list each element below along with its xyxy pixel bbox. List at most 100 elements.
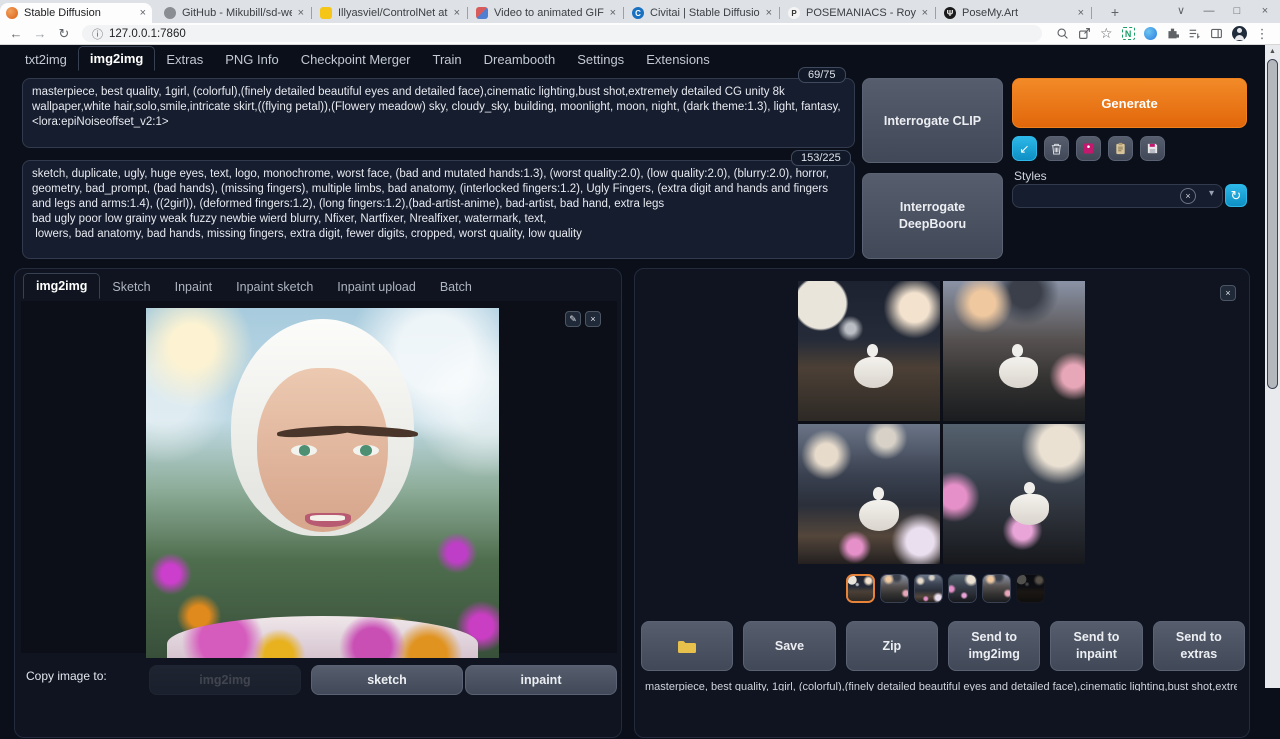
clear-prompt-button[interactable]	[1044, 136, 1069, 161]
styles-clear-icon[interactable]: ×	[1180, 188, 1196, 204]
thumbnail-1[interactable]	[846, 574, 875, 603]
tab-checkpoint-merger[interactable]: Checkpoint Merger	[290, 48, 422, 71]
thumbnail-6[interactable]	[1016, 574, 1045, 603]
thumbnail-2[interactable]	[880, 574, 909, 603]
copy-to-inpaint-button[interactable]: inpaint	[465, 665, 617, 695]
tab-close-icon[interactable]: ×	[140, 7, 146, 19]
remove-image-icon[interactable]: ×	[585, 311, 601, 327]
extension-blue-icon[interactable]	[1144, 27, 1157, 40]
address-bar[interactable]: ⓘ 127.0.0.1:7860	[82, 25, 1042, 42]
profile-avatar[interactable]	[1232, 26, 1247, 41]
tab-dreambooth[interactable]: Dreambooth	[473, 48, 567, 71]
copy-image-to-row: Copy image to: img2img sketch inpaint	[15, 661, 621, 739]
civitai-favicon: C	[632, 7, 644, 19]
tab-close-icon[interactable]: ×	[610, 7, 616, 19]
browser-tab-github[interactable]: GitHub - Mikubill/sd-webui-con ×	[158, 3, 310, 23]
browser-tab-civitai[interactable]: C Civitai | Stable Diffusion model ×	[626, 3, 778, 23]
zip-button[interactable]: Zip	[846, 621, 938, 671]
tab-mode-sketch[interactable]: Sketch	[100, 275, 162, 299]
interrogate-deepbooru-button[interactable]: Interrogate DeepBooru	[862, 173, 1003, 259]
send-to-img2img-button[interactable]: Send to img2img	[948, 621, 1040, 671]
styles-dropdown[interactable]: × ▾	[1012, 184, 1223, 208]
tab-close-icon[interactable]: ×	[298, 7, 304, 19]
send-to-extras-button[interactable]: Send to extras	[1153, 621, 1245, 671]
apply-styles-button[interactable]	[1108, 136, 1133, 161]
output-image-grid[interactable]	[798, 281, 1085, 564]
tab-search-chevron-icon[interactable]: ∨	[1168, 2, 1194, 20]
page-scrollbar[interactable]: ▲	[1265, 45, 1280, 688]
chevron-down-icon[interactable]: ▾	[1209, 188, 1214, 199]
tab-close-icon[interactable]: ×	[922, 7, 928, 19]
tab-mode-inpaint-upload[interactable]: Inpaint upload	[325, 275, 428, 299]
send-to-inpaint-button[interactable]: Send to inpaint	[1050, 621, 1142, 671]
zoom-icon[interactable]	[1056, 27, 1069, 40]
thumbnail-3[interactable]	[914, 574, 943, 603]
tab-extensions[interactable]: Extensions	[635, 48, 721, 71]
gallery-close-icon[interactable]: ×	[1220, 285, 1236, 301]
browser-tab-posemyart[interactable]: Ψ PoseMy.Art ×	[938, 3, 1090, 23]
tab-mode-img2img[interactable]: img2img	[23, 273, 100, 299]
scrollbar-thumb[interactable]	[1267, 59, 1278, 389]
window-maximize-button[interactable]: □	[1224, 2, 1250, 20]
copy-to-img2img-button: img2img	[149, 665, 301, 695]
stable-diffusion-favicon	[6, 7, 18, 19]
generated-image-2[interactable]	[943, 281, 1085, 421]
tab-txt2img[interactable]: txt2img	[14, 48, 78, 71]
thumbnail-5[interactable]	[982, 574, 1011, 603]
extension-n-icon[interactable]: N	[1122, 27, 1135, 40]
browser-menu-dots-icon[interactable]: ⋮	[1256, 26, 1269, 42]
tab-extras[interactable]: Extras	[155, 48, 214, 71]
generated-image-4[interactable]	[943, 424, 1085, 564]
generated-image-3[interactable]	[798, 424, 940, 564]
browser-tab-posemaniacs[interactable]: P POSEMANIACS - Royalty free 3 ×	[782, 3, 934, 23]
window-close-button[interactable]: ×	[1252, 2, 1278, 20]
url-text: 127.0.0.1:7860	[109, 28, 186, 40]
tab-train[interactable]: Train	[422, 48, 473, 71]
copy-to-sketch-button[interactable]: sketch	[311, 665, 463, 695]
copy-image-to-label: Copy image to:	[26, 669, 107, 683]
browser-tab-gif-converter[interactable]: Video to animated GIF converter ×	[470, 3, 622, 23]
prompt-token-counter: 69/75	[798, 67, 846, 83]
reading-list-icon[interactable]	[1188, 27, 1201, 40]
tab-img2img[interactable]: img2img	[78, 46, 155, 71]
site-info-icon[interactable]: ⓘ	[92, 26, 103, 42]
tab-png-info[interactable]: PNG Info	[214, 48, 289, 71]
tab-close-icon[interactable]: ×	[1078, 7, 1084, 19]
open-folder-button[interactable]	[641, 621, 733, 671]
styles-refresh-button[interactable]: ↻	[1225, 184, 1247, 207]
window-minimize-button[interactable]: —	[1196, 2, 1222, 20]
scrollbar-up-icon[interactable]: ▲	[1265, 45, 1280, 55]
thumbnail-4[interactable]	[948, 574, 977, 603]
forward-icon[interactable]: →	[28, 26, 52, 41]
edit-image-icon[interactable]: ✎	[565, 311, 581, 327]
new-tab-button[interactable]: +	[1106, 4, 1124, 22]
generated-image-1[interactable]	[798, 281, 940, 421]
img2img-source-panel: img2img Sketch Inpaint Inpaint sketch In…	[14, 268, 622, 738]
browser-tab-controlnet[interactable]: Illyasviel/ControlNet at main ×	[314, 3, 466, 23]
browser-tab-stable-diffusion[interactable]: Stable Diffusion ×	[0, 3, 152, 23]
source-image[interactable]	[146, 308, 499, 658]
save-style-button[interactable]	[1140, 136, 1165, 161]
interrogate-clip-button[interactable]: Interrogate CLIP	[862, 78, 1003, 163]
paste-generation-params-button[interactable]: ↙	[1012, 136, 1037, 161]
tab-mode-inpaint[interactable]: Inpaint	[163, 275, 225, 299]
negative-prompt-input[interactable]: sketch, duplicate, ugly, huge eyes, text…	[22, 160, 855, 259]
share-icon[interactable]	[1078, 27, 1091, 40]
figure-silhouette	[1008, 491, 1051, 527]
prompt-input[interactable]: masterpiece, best quality, 1girl, (color…	[22, 78, 855, 148]
save-button[interactable]: Save	[743, 621, 835, 671]
extensions-puzzle-icon[interactable]	[1166, 27, 1179, 40]
back-icon[interactable]: ←	[4, 26, 28, 41]
side-panel-icon[interactable]	[1210, 27, 1223, 40]
negative-prompt-token-counter: 153/225	[791, 150, 851, 166]
generate-button[interactable]: Generate	[1012, 78, 1247, 128]
tab-close-icon[interactable]: ×	[766, 7, 772, 19]
tab-mode-inpaint-sketch[interactable]: Inpaint sketch	[224, 275, 325, 299]
bookmark-star-icon[interactable]: ☆	[1100, 25, 1113, 42]
tab-mode-batch[interactable]: Batch	[428, 275, 484, 299]
tab-settings[interactable]: Settings	[566, 48, 635, 71]
figure-silhouette	[997, 354, 1040, 390]
reload-icon[interactable]: ↻	[52, 26, 76, 42]
extra-networks-button[interactable]	[1076, 136, 1101, 161]
tab-close-icon[interactable]: ×	[454, 7, 460, 19]
